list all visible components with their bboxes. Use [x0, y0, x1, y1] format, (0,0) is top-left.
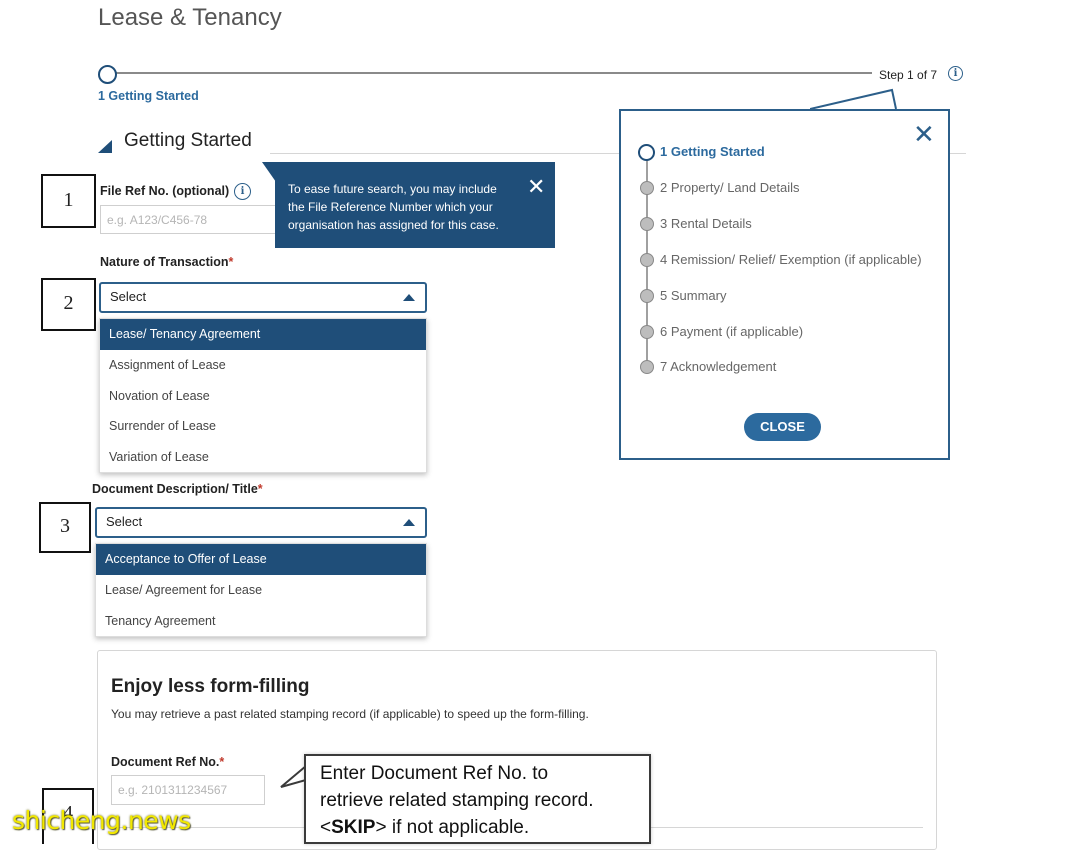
- section-title: Getting Started: [124, 130, 252, 151]
- step-item-property-land: 2 Property/ Land Details: [660, 180, 800, 195]
- step-dot-active: [638, 144, 655, 161]
- document-description-label: Document Description/ Title*: [92, 482, 263, 496]
- tooltip-close-icon[interactable]: ✕: [527, 176, 545, 198]
- step-item-acknowledgement: 7 Acknowledgement: [660, 359, 777, 374]
- steps-panel: [619, 109, 950, 460]
- file-ref-info-icon[interactable]: i: [234, 183, 251, 200]
- callout-line-1: Enter Document Ref No. to: [320, 763, 549, 784]
- page-title: Lease & Tenancy: [98, 4, 282, 31]
- dropdown-option[interactable]: Novation of Lease: [100, 381, 426, 411]
- step-dot: [640, 217, 654, 231]
- section-marker-icon: [98, 140, 112, 153]
- callout-pointer: [280, 766, 306, 788]
- document-description-select[interactable]: Select: [95, 507, 427, 538]
- document-ref-input[interactable]: e.g. 2101311234567: [111, 775, 265, 805]
- dropdown-option[interactable]: Acceptance to Offer of Lease: [96, 544, 426, 575]
- file-ref-input[interactable]: e.g. A123/C456-78: [100, 205, 280, 234]
- required-asterisk: *: [257, 482, 263, 496]
- annotation-box-2: 2: [41, 278, 96, 331]
- watermark: shicheng.news: [12, 806, 191, 835]
- step-item-rental-details: 3 Rental Details: [660, 216, 752, 231]
- annotation-box-1: 1: [41, 174, 96, 228]
- dropdown-option[interactable]: Lease/ Agreement for Lease: [96, 575, 426, 606]
- step-item-remission: 4 Remission/ Relief/ Exemption (if appli…: [660, 252, 922, 267]
- chevron-up-icon[interactable]: [403, 294, 415, 301]
- step-dot: [640, 253, 654, 267]
- close-button[interactable]: CLOSE: [744, 413, 821, 441]
- dropdown-option[interactable]: Surrender of Lease: [100, 411, 426, 441]
- dropdown-option[interactable]: Variation of Lease: [100, 442, 426, 472]
- skip-keyword: SKIP: [331, 817, 376, 838]
- nature-of-transaction-select[interactable]: Select: [99, 282, 427, 313]
- step-item-payment: 6 Payment (if applicable): [660, 324, 804, 339]
- step-item-getting-started: 1 Getting Started: [660, 144, 765, 159]
- nature-of-transaction-label: Nature of Transaction*: [100, 255, 234, 269]
- progress-current-step-label: 1 Getting Started: [98, 89, 199, 103]
- step-dot: [640, 289, 654, 303]
- progress-track: [116, 72, 872, 74]
- required-asterisk: *: [219, 755, 225, 769]
- document-description-dropdown: Acceptance to Offer of Lease Lease/ Agre…: [95, 543, 427, 637]
- panel-close-icon[interactable]: ✕: [913, 121, 935, 147]
- file-ref-tooltip-text: To ease future search, you may include t…: [288, 182, 499, 232]
- callout-line-2: retrieve related stamping record.: [320, 790, 594, 811]
- step-dot: [640, 325, 654, 339]
- step-dot: [640, 181, 654, 195]
- document-ref-label: Document Ref No.*: [111, 755, 225, 769]
- file-ref-tooltip: To ease future search, you may include t…: [275, 162, 555, 248]
- dropdown-option[interactable]: Tenancy Agreement: [96, 606, 426, 637]
- card-subtitle: You may retrieve a past related stamping…: [111, 707, 589, 721]
- nature-of-transaction-value: Select: [110, 289, 147, 304]
- nature-of-transaction-dropdown: Lease/ Tenancy Agreement Assignment of L…: [99, 318, 427, 473]
- step-item-summary: 5 Summary: [660, 288, 727, 303]
- dropdown-option[interactable]: Assignment of Lease: [100, 350, 426, 380]
- callout-line-3: <SKIP> if not applicable.: [320, 817, 530, 838]
- progress-current-step-circle: [98, 65, 117, 84]
- chevron-up-icon[interactable]: [403, 519, 415, 526]
- document-description-value: Select: [106, 514, 143, 529]
- step-dot: [640, 360, 654, 374]
- step-info-icon[interactable]: i: [948, 66, 963, 81]
- steps-panel-pointer: [810, 88, 897, 110]
- annotation-box-3: 3: [39, 502, 91, 553]
- dropdown-option[interactable]: Lease/ Tenancy Agreement: [100, 319, 426, 350]
- skip-callout: Enter Document Ref No. to retrieve relat…: [304, 754, 651, 844]
- required-asterisk: *: [228, 255, 234, 269]
- step-count[interactable]: Step 1 of 7: [879, 68, 937, 82]
- card-title: Enjoy less form-filling: [111, 676, 310, 697]
- file-ref-label: File Ref No. (optional): [100, 184, 230, 198]
- tooltip-pointer: [262, 162, 276, 182]
